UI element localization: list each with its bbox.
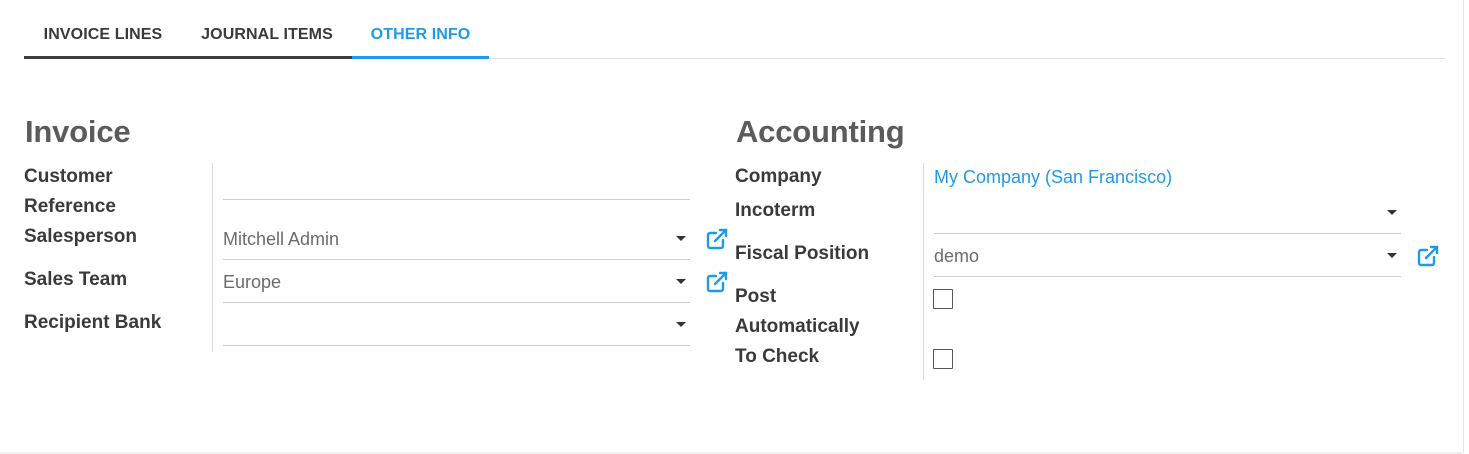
fiscal-position-select[interactable]: demo	[934, 234, 1401, 277]
fiscal-position-label: Fiscal Position	[735, 243, 870, 264]
post-automatically-label-line1: Post	[735, 286, 777, 307]
accounting-label-divider	[923, 163, 924, 380]
post-automatically-checkbox[interactable]	[933, 289, 953, 309]
incoterm-label: Incoterm	[735, 200, 816, 221]
sales-team-label: Sales Team	[24, 269, 128, 290]
external-link-icon[interactable]	[705, 270, 729, 294]
external-link-icon[interactable]	[1416, 244, 1440, 268]
sales-team-value: Europe	[223, 272, 282, 292]
customer-reference-label-line1: Customer	[24, 166, 113, 187]
caret-down-icon	[676, 279, 686, 284]
incoterm-select[interactable]	[934, 191, 1401, 234]
customer-reference-input[interactable]	[223, 157, 690, 200]
company-label: Company	[735, 166, 822, 187]
salesperson-select[interactable]: Mitchell Admin	[223, 217, 690, 260]
notebook-tabs: INVOICE LINES JOURNAL ITEMS OTHER INFO	[24, 0, 1445, 59]
page-right-border	[1463, 0, 1464, 454]
recipient-bank-label: Recipient Bank	[24, 312, 162, 333]
tab-other-info[interactable]: OTHER INFO	[352, 0, 489, 59]
caret-down-icon	[1387, 253, 1397, 258]
fiscal-position-value: demo	[934, 246, 980, 266]
salesperson-label: Salesperson	[24, 226, 137, 247]
caret-down-icon	[1387, 210, 1397, 215]
accounting-group-title: Accounting	[736, 114, 905, 149]
salesperson-value: Mitchell Admin	[223, 229, 340, 249]
invoice-label-divider	[212, 163, 213, 352]
to-check-checkbox[interactable]	[933, 349, 953, 369]
tab-journal-items[interactable]: JOURNAL ITEMS	[182, 0, 352, 59]
company-link[interactable]: My Company (San Francisco)	[934, 163, 1172, 191]
customer-reference-label-line2: Reference	[24, 196, 116, 217]
to-check-label: To Check	[735, 346, 820, 367]
sales-team-select[interactable]: Europe	[223, 260, 690, 303]
post-automatically-label-line2: Automatically	[735, 316, 860, 337]
caret-down-icon	[676, 322, 686, 327]
external-link-icon[interactable]	[705, 227, 729, 251]
recipient-bank-select[interactable]	[223, 303, 690, 346]
caret-down-icon	[676, 236, 686, 241]
tab-invoice-lines[interactable]: INVOICE LINES	[24, 0, 182, 59]
invoice-group-title: Invoice	[25, 114, 131, 149]
